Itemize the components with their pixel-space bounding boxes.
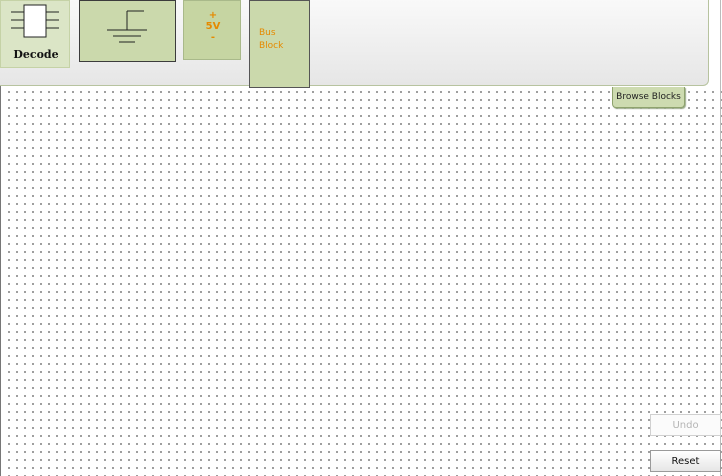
bus-block-label-text: Bus Block (259, 28, 284, 51)
ic-chip-icon (11, 4, 59, 38)
reset-button[interactable]: Reset (650, 450, 721, 472)
bus-block-label: Bus Block (259, 27, 307, 53)
component-palette: Decode + 5V - Bus Block (0, 0, 709, 88)
ground-block[interactable] (79, 0, 176, 62)
power-5v-block[interactable]: + 5V - (183, 0, 241, 60)
browse-blocks-tab[interactable]: Browse Blocks (612, 87, 685, 108)
voltage-label: 5V (205, 21, 221, 32)
decode-label: Decode (13, 48, 59, 61)
ground-symbol-icon (107, 10, 147, 43)
minus-sign: - (210, 32, 216, 43)
power-5v-icon: + 5V - (184, 10, 242, 43)
breadboard-canvas[interactable] (3, 86, 722, 476)
plus-sign: + (208, 10, 218, 21)
right-border (720, 0, 721, 476)
undo-button[interactable]: Undo (650, 414, 721, 436)
decode-block[interactable]: Decode (0, 0, 70, 68)
bus-block[interactable]: Bus Block (249, 0, 310, 88)
